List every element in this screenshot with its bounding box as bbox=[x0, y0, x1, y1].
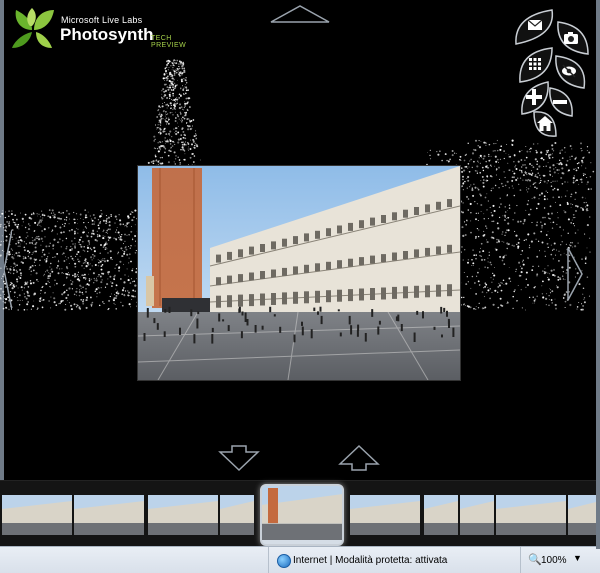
photosynth-logo: Microsoft Live Labs Photosynth TECH PREV… bbox=[10, 6, 200, 50]
magnifier-icon: 🔍 bbox=[528, 554, 542, 566]
browser-status-bar: Internet | Modalità protetta: attivata 🔍… bbox=[0, 546, 600, 573]
logo-line1: Microsoft Live Labs bbox=[61, 15, 143, 25]
piazza-san-marco-photo bbox=[138, 166, 460, 380]
thumbnail-strip bbox=[0, 480, 600, 547]
thumbnail[interactable] bbox=[350, 495, 420, 535]
logo-line3: TECH PREVIEW bbox=[151, 35, 187, 49]
chevron-down-icon[interactable]: ▼ bbox=[573, 553, 582, 563]
zoom-out-icon bbox=[553, 100, 567, 104]
leaf-logo-icon bbox=[12, 8, 54, 48]
nav-back-arrow[interactable] bbox=[218, 444, 260, 472]
nav-left-arrow[interactable] bbox=[4, 230, 12, 310]
nav-up-arrow[interactable] bbox=[269, 4, 331, 24]
home-button[interactable] bbox=[530, 108, 560, 140]
nav-right-arrow[interactable] bbox=[566, 246, 584, 302]
thumbnail[interactable] bbox=[74, 495, 144, 535]
thumbnail[interactable] bbox=[460, 495, 494, 535]
nav-forward-arrow[interactable] bbox=[338, 444, 380, 472]
security-zone-text: Internet | Modalità protetta: attivata bbox=[293, 555, 448, 566]
envelope-icon bbox=[527, 19, 543, 30]
grid-icon bbox=[529, 58, 541, 70]
main-photo[interactable] bbox=[138, 166, 460, 380]
logo-line2: Photosynth bbox=[60, 25, 154, 44]
thumbnail[interactable] bbox=[424, 495, 458, 535]
thumbnail[interactable] bbox=[568, 495, 600, 535]
thumbnail[interactable] bbox=[496, 495, 566, 535]
globe-icon bbox=[277, 554, 291, 568]
thumbnail-selected[interactable] bbox=[260, 484, 344, 546]
photosynth-viewer: Microsoft Live Labs Photosynth TECH PREV… bbox=[0, 0, 600, 573]
thumbnail[interactable] bbox=[220, 495, 254, 535]
thumbnail[interactable] bbox=[2, 495, 72, 535]
zoom-level[interactable]: 100% bbox=[541, 555, 567, 566]
thumbnail[interactable] bbox=[148, 495, 218, 535]
